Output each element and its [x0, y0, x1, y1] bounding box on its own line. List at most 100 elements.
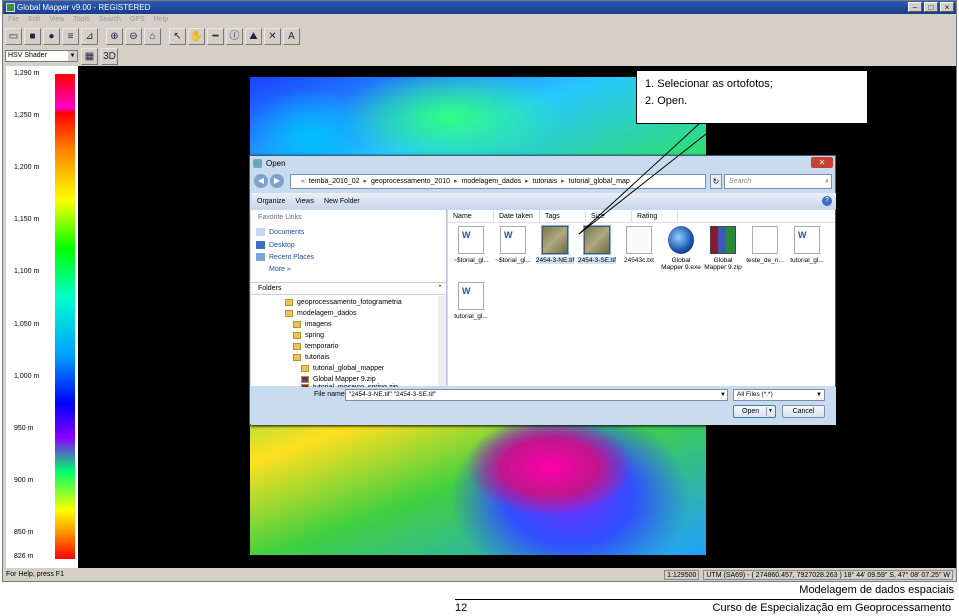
folder-item[interactable]: geoprocessamento_fotogrametria: [285, 299, 402, 306]
breadcrumb-item[interactable]: tutoriais: [533, 178, 558, 185]
search-input[interactable]: Search ⌕: [724, 174, 832, 189]
3d-view-icon[interactable]: 3D: [101, 47, 118, 65]
filename-input[interactable]: "2454-3-NE.tif" "2454-3-SE.tif" ▼: [345, 389, 728, 401]
minimize-button[interactable]: –: [908, 2, 922, 12]
zoom-out-icon[interactable]: ⊖: [125, 27, 142, 45]
file-type-select[interactable]: All Files (*.*) ▼: [733, 389, 825, 401]
forward-arrow-icon[interactable]: ▶: [270, 174, 284, 188]
breadcrumb-item[interactable]: geoprocessamento_2010: [371, 178, 450, 185]
save-icon[interactable]: ■: [24, 27, 41, 45]
file-name: tutorial_gl...: [790, 257, 824, 264]
open-button[interactable]: Open ▼: [733, 405, 776, 418]
refresh-icon[interactable]: ↻: [710, 174, 722, 189]
dialog-footer: File name: "2454-3-NE.tif" "2454-3-SE.ti…: [251, 387, 836, 425]
dialog-close-button[interactable]: ✕: [811, 157, 833, 168]
main-toolbar: ▭ ■ ● ≡ ⊿ ⊕ ⊖ ⌂ ↖ ✋ ━ ⓘ ⛰ ✕ A: [5, 26, 300, 46]
menu-search[interactable]: Search: [99, 14, 121, 25]
legend-label: 1,150 m: [14, 216, 40, 223]
file-item-selected[interactable]: 2454-3-NE.tif: [534, 225, 576, 264]
new-folder-button[interactable]: New Folder: [324, 198, 360, 205]
folder-item[interactable]: spring: [293, 332, 324, 339]
favorite-desktop[interactable]: Desktop: [256, 241, 295, 249]
column-header[interactable]: Name: [448, 210, 494, 222]
column-header[interactable]: Size: [586, 210, 632, 222]
menu-gps[interactable]: GPS: [130, 14, 145, 25]
folder-item[interactable]: tutoriais: [293, 354, 330, 361]
more-link[interactable]: More »: [269, 266, 291, 273]
file-item[interactable]: Global Mapper 9.zip: [702, 226, 744, 271]
slide-footer-title: Modelagem de dados espaciais: [799, 584, 954, 596]
file-name: Global Mapper 9.exe: [661, 257, 701, 271]
dialog-icon: [253, 159, 262, 168]
chevron-down-icon[interactable]: ▼: [766, 407, 774, 416]
file-item[interactable]: teste_de_n...: [744, 226, 786, 264]
breadcrumb-item[interactable]: temba_2010_02: [309, 178, 360, 185]
word-doc-icon: [500, 226, 526, 254]
file-item[interactable]: ~$torial_gl...: [450, 226, 492, 264]
word-doc-icon: [458, 282, 484, 310]
generic-file-icon: [752, 226, 778, 254]
file-item[interactable]: 24543c.txt: [618, 226, 660, 264]
search-placeholder: Search: [729, 178, 752, 185]
breadcrumb-item[interactable]: modelagem_dados: [462, 178, 522, 185]
folders-header[interactable]: Folders ⌃: [251, 282, 447, 295]
favorite-recent-places[interactable]: Recent Places: [256, 253, 314, 261]
footer-divider: [455, 599, 954, 600]
breadcrumb[interactable]: «temba_2010_02 ▸ geoprocessamento_2010 ▸ mod…: [290, 174, 706, 189]
desktop-icon: [256, 241, 265, 249]
breadcrumb-item[interactable]: tutorial_global_map: [569, 178, 630, 185]
folder-item[interactable]: Global Mapper 9.zip: [301, 376, 376, 383]
maximize-button[interactable]: □: [924, 2, 938, 12]
cancel-button[interactable]: Cancel: [782, 405, 825, 418]
zoom-in-icon[interactable]: ⊕: [106, 27, 123, 45]
chevron-down-icon[interactable]: ▼: [720, 390, 726, 400]
views-button[interactable]: Views: [295, 198, 314, 205]
menu-help[interactable]: Help: [154, 14, 168, 25]
file-item-selected[interactable]: 2454-3-SE.tif: [576, 225, 618, 264]
favorite-documents[interactable]: Documents: [256, 228, 304, 236]
file-item[interactable]: tutorial_gl...: [786, 226, 828, 264]
close-button[interactable]: ×: [940, 2, 954, 12]
chart-icon[interactable]: ⊿: [81, 27, 98, 45]
globe-icon[interactable]: ●: [43, 27, 60, 45]
menu-file[interactable]: File: [8, 14, 19, 25]
menu-view[interactable]: View: [49, 14, 64, 25]
open-folder-icon[interactable]: ▭: [5, 27, 22, 45]
back-arrow-icon[interactable]: ◀: [254, 174, 268, 188]
menu-tools[interactable]: Tools: [73, 14, 89, 25]
file-item[interactable]: tutorial_gl...: [450, 282, 492, 320]
folder-label: tutorial_global_mapper: [313, 365, 385, 372]
folder-icon: [293, 332, 301, 339]
column-header[interactable]: Rating: [632, 210, 678, 222]
column-header[interactable]: Date taken: [494, 210, 540, 222]
folders-scrollbar[interactable]: [438, 296, 446, 386]
shader-select[interactable]: HSV Shader ▼: [5, 50, 78, 62]
column-header[interactable]: Tags: [540, 210, 586, 222]
folder-icon: [285, 310, 293, 317]
folder-item[interactable]: imagens: [293, 321, 331, 328]
folder-icon: [293, 321, 301, 328]
hillshade-icon[interactable]: ▦: [81, 47, 98, 65]
text-file-icon: [626, 226, 652, 254]
folder-item[interactable]: temporario: [293, 343, 338, 350]
file-name: 2454-3-SE.tif: [578, 257, 616, 264]
pointer-icon[interactable]: ↖: [169, 27, 186, 45]
digitizer-icon[interactable]: ✕: [264, 27, 281, 45]
measure-icon[interactable]: ━: [207, 27, 224, 45]
feature-icon[interactable]: A: [283, 27, 300, 45]
folder-item[interactable]: modelagem_dados: [285, 310, 357, 317]
pan-hand-icon[interactable]: ✋: [188, 27, 205, 45]
file-item[interactable]: ~$torial_gl...: [492, 226, 534, 264]
documents-icon: [256, 228, 265, 236]
app-icon: [6, 3, 15, 12]
file-item[interactable]: Global Mapper 9.exe: [660, 226, 702, 271]
path-profile-icon[interactable]: ⛰: [245, 27, 262, 45]
layers-icon[interactable]: ≡: [62, 27, 79, 45]
home-icon[interactable]: ⌂: [144, 27, 161, 45]
menu-edit[interactable]: Edit: [28, 14, 40, 25]
help-icon[interactable]: ?: [822, 196, 832, 206]
folder-item-selected[interactable]: tutorial_global_mapper: [301, 365, 384, 372]
globe-icon: [668, 226, 694, 254]
organize-button[interactable]: Organize: [257, 198, 285, 205]
info-icon[interactable]: ⓘ: [226, 27, 243, 45]
